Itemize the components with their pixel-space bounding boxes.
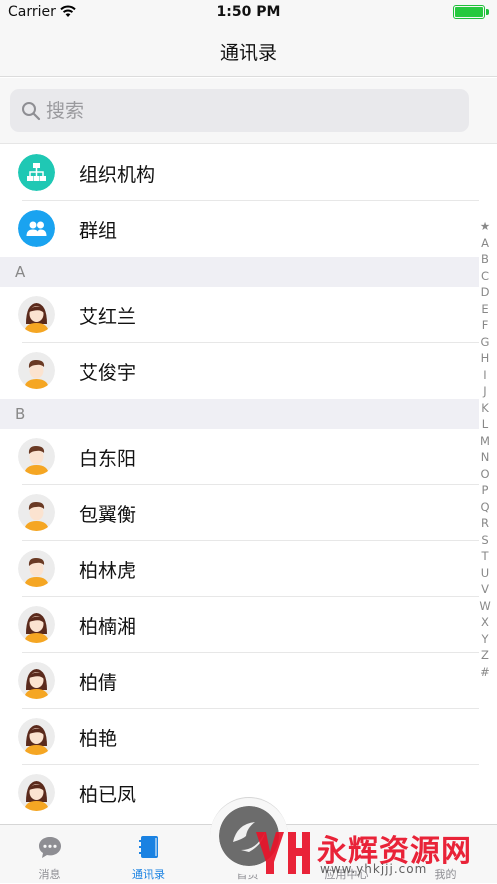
contacts-book-icon <box>139 836 158 858</box>
search-input[interactable] <box>46 89 456 132</box>
index-letter[interactable]: M <box>478 433 492 450</box>
contact-name: 艾俊宇 <box>79 362 137 384</box>
battery-icon <box>453 5 485 19</box>
contact-row[interactable]: 包翼衡 <box>0 485 479 541</box>
index-letter[interactable]: B <box>478 251 492 268</box>
search-container <box>0 78 497 144</box>
search-box[interactable] <box>10 89 469 132</box>
group-icon <box>18 210 55 247</box>
section-letter: B <box>15 405 26 423</box>
contact-name: 柏倩 <box>79 672 118 694</box>
contact-name: 柏艳 <box>79 728 118 750</box>
index-letter[interactable]: A <box>478 235 492 252</box>
contact-row[interactable]: 艾红兰 <box>0 287 479 343</box>
row-label: 群组 <box>79 220 118 242</box>
search-icon <box>22 102 41 121</box>
index-letter[interactable]: L <box>478 416 492 433</box>
tab-contacts[interactable]: 通讯录 <box>99 825 198 884</box>
index-letter[interactable]: Y <box>478 631 492 648</box>
watermark: 永辉资源网 www.yhkjjj.com <box>250 820 490 880</box>
contact-name: 艾红兰 <box>79 306 137 328</box>
tab-label: 通讯录 <box>132 868 165 881</box>
section-header-b: B <box>0 399 479 429</box>
female-avatar-icon <box>18 296 55 333</box>
index-letter[interactable]: Q <box>478 499 492 516</box>
index-letter[interactable]: X <box>478 614 492 631</box>
index-letter[interactable]: C <box>478 268 492 285</box>
alphabet-index[interactable]: ★ A B C D E F G H I J K L M N O P Q R S … <box>478 218 492 680</box>
navigation-bar: 通讯录 <box>0 26 497 77</box>
index-letter[interactable]: K <box>478 400 492 417</box>
index-letter[interactable]: T <box>478 548 492 565</box>
watermark-url: www.yhkjjj.com <box>320 862 428 876</box>
section-letter: A <box>15 263 26 281</box>
contact-name: 白东阳 <box>79 448 137 470</box>
org-chart-icon <box>18 154 55 191</box>
index-letter[interactable]: G <box>478 334 492 351</box>
index-letter[interactable]: ★ <box>478 218 492 235</box>
female-avatar-icon <box>18 606 55 643</box>
index-letter[interactable]: I <box>478 367 492 384</box>
battery-cap <box>486 9 489 15</box>
page-title: 通讯录 <box>219 42 277 64</box>
contact-row[interactable]: 柏艳 <box>0 709 479 765</box>
index-letter[interactable]: R <box>478 515 492 532</box>
male-avatar-icon <box>18 438 55 475</box>
index-letter[interactable]: O <box>478 466 492 483</box>
contact-list[interactable]: 组织机构 群组 A 艾红兰 艾俊宇 B 白东阳 包翼衡 柏林虎 柏楠湘 柏倩 柏… <box>0 145 479 821</box>
contact-row[interactable]: 白东阳 <box>0 429 479 485</box>
chat-bubble-icon <box>39 837 61 858</box>
section-header-a: A <box>0 257 479 287</box>
female-avatar-icon <box>18 662 55 699</box>
contact-row[interactable]: 艾俊宇 <box>0 343 479 399</box>
index-letter[interactable]: F <box>478 317 492 334</box>
female-avatar-icon <box>18 718 55 755</box>
org-structure-row[interactable]: 组织机构 <box>0 145 479 201</box>
index-letter[interactable]: Z <box>478 647 492 664</box>
contact-name: 柏已凤 <box>79 784 137 806</box>
index-letter[interactable]: S <box>478 532 492 549</box>
group-row[interactable]: 群组 <box>0 201 479 257</box>
female-avatar-icon <box>18 774 55 811</box>
index-letter[interactable]: U <box>478 565 492 582</box>
index-letter[interactable]: H <box>478 350 492 367</box>
index-letter[interactable]: N <box>478 449 492 466</box>
index-letter[interactable]: V <box>478 581 492 598</box>
contact-row[interactable]: 柏倩 <box>0 653 479 709</box>
status-bar: Carrier 1:50 PM <box>0 0 497 26</box>
index-letter[interactable]: P <box>478 482 492 499</box>
tab-label: 消息 <box>38 868 61 881</box>
clock: 1:50 PM <box>216 4 281 20</box>
index-letter[interactable]: # <box>478 664 492 681</box>
row-label: 组织机构 <box>79 164 156 186</box>
contact-name: 包翼衡 <box>79 504 137 526</box>
male-avatar-icon <box>18 352 55 389</box>
tab-messages[interactable]: 消息 <box>0 825 99 884</box>
index-letter[interactable]: D <box>478 284 492 301</box>
index-letter[interactable]: E <box>478 301 492 318</box>
contact-name: 柏楠湘 <box>79 616 137 638</box>
index-letter[interactable]: W <box>478 598 492 615</box>
watermark-logo-icon <box>256 832 310 874</box>
contact-row[interactable]: 柏楠湘 <box>0 597 479 653</box>
contact-row[interactable]: 柏林虎 <box>0 541 479 597</box>
contact-name: 柏林虎 <box>79 560 137 582</box>
male-avatar-icon <box>18 550 55 587</box>
index-letter[interactable]: J <box>478 383 492 400</box>
male-avatar-icon <box>18 494 55 531</box>
